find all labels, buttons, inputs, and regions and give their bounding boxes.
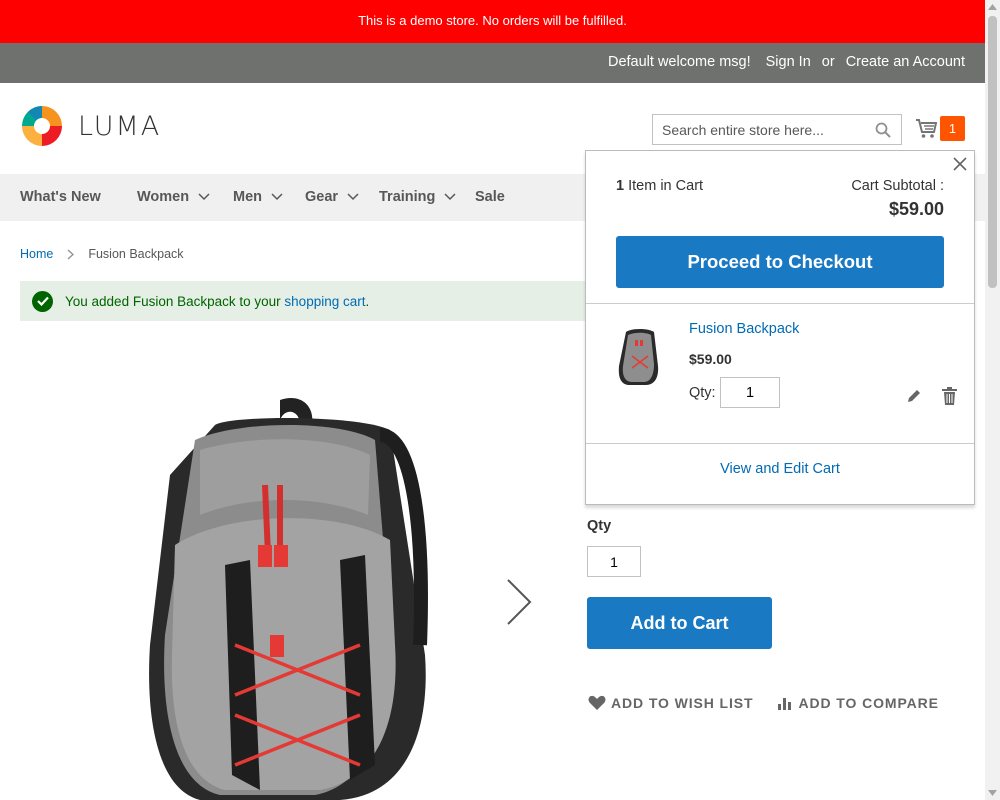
nav-label: Training bbox=[379, 189, 436, 205]
breadcrumb-current: Fusion Backpack bbox=[88, 247, 184, 261]
chevron-down-icon bbox=[444, 193, 456, 201]
cart-item-qty-input[interactable] bbox=[720, 377, 780, 408]
gallery-next-arrow-icon[interactable] bbox=[505, 578, 533, 626]
breadcrumb: Home Fusion Backpack bbox=[20, 247, 184, 261]
minicart-dropdown: 1 Item in Cart Cart Subtotal : $59.00 Pr… bbox=[585, 150, 975, 505]
cart-icon[interactable] bbox=[915, 116, 937, 140]
cart-subtotal-label: Cart Subtotal : bbox=[851, 178, 944, 194]
divider bbox=[586, 303, 974, 304]
proceed-to-checkout-button[interactable]: Proceed to Checkout bbox=[616, 236, 944, 288]
search-icon[interactable] bbox=[875, 122, 891, 138]
create-account-link[interactable]: Create an Account bbox=[846, 54, 965, 70]
heart-icon bbox=[588, 695, 606, 710]
shopping-cart-link[interactable]: shopping cart bbox=[284, 294, 365, 309]
chevron-down-icon bbox=[271, 193, 283, 201]
nav-item-whats-new[interactable]: What's New bbox=[20, 189, 101, 205]
nav-item-women[interactable]: Women bbox=[137, 189, 210, 205]
cart-count-badge[interactable]: 1 bbox=[940, 116, 965, 141]
product-social-links: ADD TO WISH LIST ADD TO COMPARE bbox=[588, 695, 939, 711]
scroll-down-arrow-icon[interactable] bbox=[988, 790, 997, 796]
qty-label: Qty bbox=[587, 518, 612, 534]
product-image bbox=[149, 397, 428, 800]
close-icon[interactable] bbox=[952, 156, 968, 172]
scroll-up-arrow-icon[interactable] bbox=[988, 4, 997, 10]
success-text: You added Fusion Backpack to your bbox=[65, 293, 281, 309]
logo-icon bbox=[22, 106, 62, 146]
edit-pencil-icon[interactable] bbox=[906, 388, 922, 404]
add-to-compare-link[interactable]: ADD TO COMPARE bbox=[777, 695, 938, 711]
logo-text: LUMA bbox=[78, 110, 162, 142]
compare-label: ADD TO COMPARE bbox=[798, 695, 939, 711]
welcome-message: Default welcome msg! bbox=[607, 54, 751, 70]
cart-item-thumbnail[interactable] bbox=[616, 326, 661, 386]
wishlist-label: ADD TO WISH LIST bbox=[611, 695, 754, 711]
nav-label: Gear bbox=[305, 189, 339, 205]
chevron-down-icon bbox=[347, 193, 359, 201]
nav-label: What's New bbox=[20, 189, 101, 205]
view-and-edit-cart-link[interactable]: View and Edit Cart bbox=[586, 461, 974, 477]
nav-item-sale[interactable]: Sale bbox=[475, 189, 505, 205]
add-to-wishlist-link[interactable]: ADD TO WISH LIST bbox=[588, 695, 753, 711]
cart-item-qty-label: Qty: bbox=[689, 385, 716, 401]
chevron-down-icon bbox=[198, 193, 210, 201]
cart-item-price: $59.00 bbox=[689, 351, 732, 367]
cart-subtotal-value: $59.00 bbox=[888, 199, 944, 219]
nav-label: Men bbox=[233, 189, 262, 205]
cart-items-count: 1 Item in Cart bbox=[616, 178, 704, 194]
or-text: or bbox=[821, 54, 835, 70]
cart-item-name-link[interactable]: Fusion Backpack bbox=[689, 321, 799, 337]
scrollbar-thumb[interactable] bbox=[988, 16, 997, 288]
luma-logo[interactable]: LUMA bbox=[20, 104, 161, 148]
search-box bbox=[652, 114, 902, 145]
qty-input[interactable] bbox=[587, 546, 641, 577]
nav-item-men[interactable]: Men bbox=[233, 189, 283, 205]
chevron-right-icon bbox=[67, 249, 75, 259]
sign-in-link[interactable]: Sign In bbox=[766, 54, 811, 70]
nav-item-gear[interactable]: Gear bbox=[305, 189, 359, 205]
add-to-cart-button[interactable]: Add to Cart bbox=[587, 597, 772, 649]
breadcrumb-home-link[interactable]: Home bbox=[20, 247, 53, 261]
success-message: You added Fusion Backpack to your shoppi… bbox=[20, 281, 620, 321]
trash-icon[interactable] bbox=[942, 387, 957, 405]
compare-icon bbox=[778, 698, 792, 710]
page-scrollbar[interactable] bbox=[985, 0, 1000, 800]
success-suffix: . bbox=[365, 293, 370, 309]
nav-item-training[interactable]: Training bbox=[379, 189, 456, 205]
search-input[interactable] bbox=[653, 115, 863, 144]
nav-label: Women bbox=[137, 189, 190, 205]
checkmark-icon bbox=[32, 290, 53, 312]
nav-label: Sale bbox=[475, 189, 505, 205]
header-panel: Default welcome msg! Sign In or Create a… bbox=[0, 43, 985, 83]
demo-store-notice: This is a demo store. No orders will be … bbox=[0, 0, 985, 43]
divider bbox=[586, 443, 974, 444]
